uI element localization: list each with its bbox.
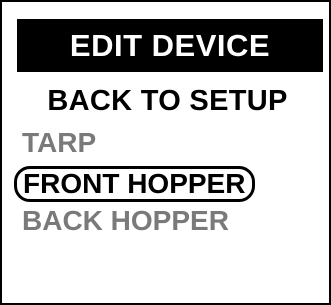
menu-item-front-hopper[interactable]: FRONT HOPPER	[14, 166, 256, 202]
device-screen: EDIT DEVICE BACK TO SETUP TARP FRONT HOP…	[0, 0, 331, 305]
menu-item-tarp[interactable]: TARP	[22, 126, 96, 160]
screen-title: EDIT DEVICE	[17, 19, 323, 72]
menu-item-back-to-setup[interactable]: BACK TO SETUP	[2, 84, 331, 118]
menu-item-back-hopper[interactable]: BACK HOPPER	[22, 204, 229, 238]
